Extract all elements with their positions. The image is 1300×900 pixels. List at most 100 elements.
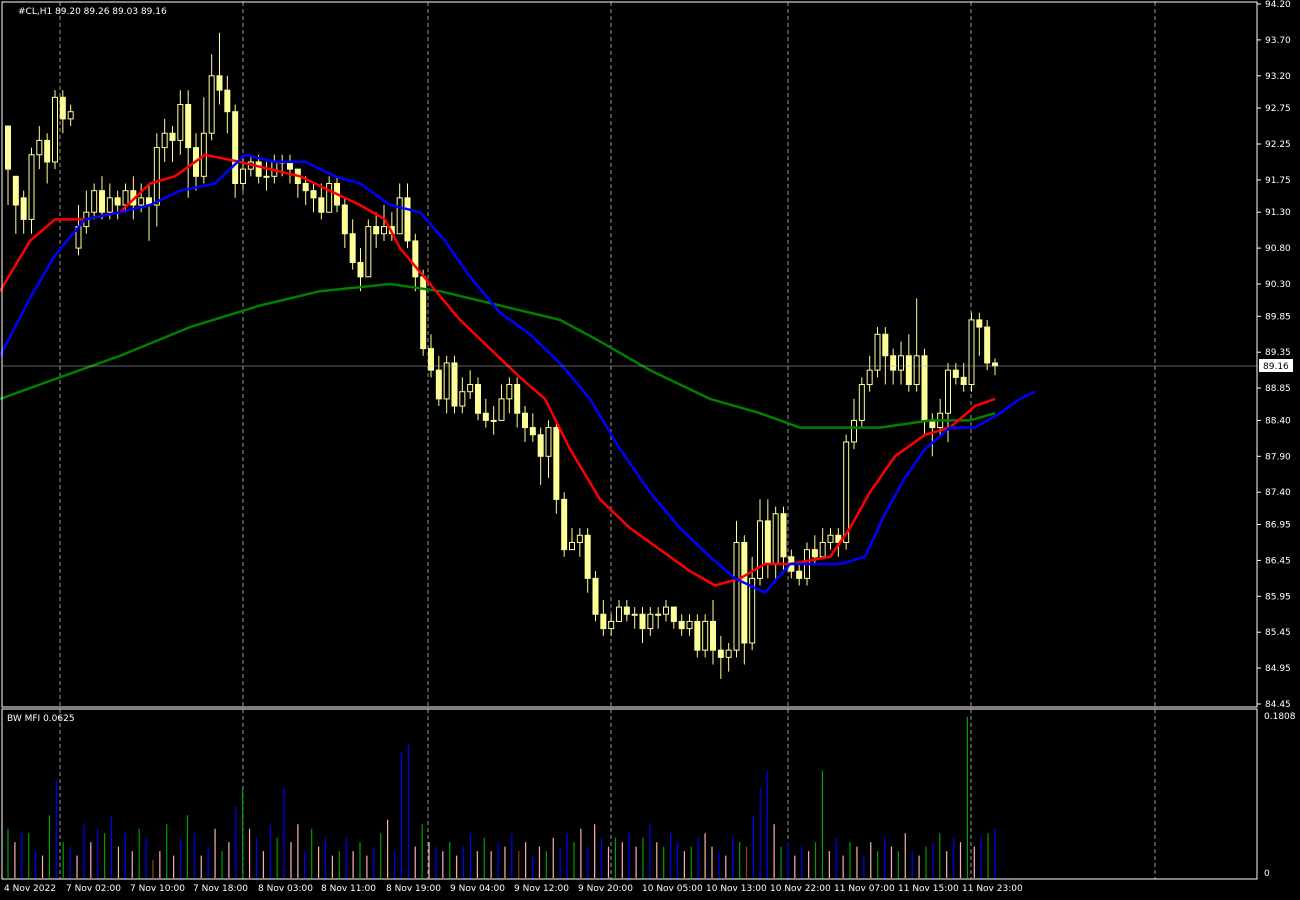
candle-body: [122, 190, 129, 206]
price-tick-label: 84.45: [1265, 700, 1291, 710]
candle-body: [608, 620, 615, 630]
candle-body: [576, 534, 583, 543]
candle-body: [318, 197, 325, 213]
time-label: 11 Nov 15:00: [898, 884, 959, 894]
candle-body: [240, 168, 246, 184]
candle-body: [428, 348, 434, 371]
price-tick-label: 94.20: [1265, 0, 1291, 10]
candle-body: [153, 147, 160, 206]
candle-body: [584, 534, 591, 579]
candle-body: [310, 190, 317, 199]
candle-body: [772, 513, 779, 565]
candle-body: [224, 89, 231, 113]
candle-body: [52, 96, 58, 163]
candle-body: [561, 498, 568, 551]
candle-body: [858, 384, 865, 421]
candle-body: [514, 384, 521, 414]
candle-body: [381, 226, 387, 235]
candle-body: [537, 434, 544, 457]
candle-body: [443, 362, 450, 400]
price-tick-label: 92.75: [1265, 104, 1291, 114]
candle-body: [882, 333, 889, 357]
candle-body: [114, 197, 121, 206]
candle-body: [655, 613, 662, 616]
price-tick-label: 88.40: [1265, 416, 1291, 426]
candle-body: [733, 541, 740, 651]
candle-body: [764, 520, 771, 565]
candle-body: [404, 197, 411, 242]
candle-body: [968, 319, 975, 386]
candle-body: [20, 197, 27, 220]
price-tick-label: 87.40: [1265, 488, 1291, 498]
candle-body: [796, 570, 803, 579]
candle-body: [647, 613, 654, 630]
price-tick-label: 85.95: [1265, 592, 1291, 602]
candle-body: [827, 534, 834, 543]
time-label: 7 Nov 10:00: [130, 884, 185, 894]
candle-body: [819, 541, 826, 558]
candle-body: [639, 613, 646, 630]
candle-body: [702, 620, 709, 651]
candle-body: [623, 606, 630, 615]
chart-background: [0, 0, 1300, 900]
candle-body: [5, 125, 11, 170]
price-tick-label: 93.20: [1265, 72, 1291, 82]
candle-body: [992, 362, 998, 367]
candle-body: [341, 204, 348, 235]
candle-body: [67, 111, 74, 120]
time-label: 9 Nov 12:00: [514, 884, 569, 894]
price-tick-label: 85.45: [1265, 628, 1291, 638]
candle-body: [952, 369, 959, 378]
candle-body: [59, 96, 66, 120]
candle-body: [185, 104, 192, 149]
candle-body: [208, 75, 215, 134]
candle-body: [506, 384, 513, 400]
candle-body: [459, 391, 466, 407]
candle-body: [177, 104, 184, 141]
price-tick-label: 90.30: [1265, 280, 1291, 290]
candle-body: [28, 154, 35, 220]
candle-body: [138, 197, 145, 206]
candle-body: [921, 355, 928, 421]
candle-body: [12, 175, 19, 206]
candle-body: [475, 384, 481, 414]
price-chart[interactable]: 94.20 93.70 93.20 92.75 92.25 91.75 91.30 90.80…: [0, 0, 1300, 900]
candle-body: [357, 261, 364, 278]
candle-body: [905, 355, 912, 386]
indicator-max-label: 0.1808: [1264, 712, 1296, 722]
time-label: 7 Nov 02:00: [66, 884, 121, 894]
candle-body: [529, 427, 536, 436]
candle-body: [263, 175, 270, 178]
candle-body: [890, 355, 897, 371]
time-label: 10 Nov 22:00: [770, 884, 831, 894]
candle-body: [106, 197, 113, 213]
candle-body: [498, 398, 505, 421]
time-label: 8 Nov 11:00: [321, 884, 376, 894]
price-tick-label: 93.70: [1265, 36, 1291, 46]
candle-body: [169, 132, 176, 141]
time-axis: 4 Nov 2022 7 Nov 02:00 7 Nov 10:00 7 Nov 18…: [4, 884, 1023, 894]
price-tick-label: 84.95: [1265, 664, 1291, 674]
candle-body: [326, 182, 333, 213]
candle-body: [490, 419, 497, 422]
candle-body: [522, 412, 528, 429]
candle-body: [710, 620, 716, 651]
candle-body: [898, 355, 904, 371]
candle-body: [91, 190, 98, 213]
candle-body: [467, 384, 474, 393]
candle-body: [811, 549, 818, 558]
candle-body: [435, 369, 442, 400]
price-tick-label: 88.85: [1265, 384, 1291, 394]
time-label: 8 Nov 03:00: [258, 884, 313, 894]
candle-body: [44, 139, 51, 163]
candle-body: [373, 226, 380, 235]
price-tick-label: 89.35: [1265, 348, 1291, 358]
candle-body: [161, 132, 168, 149]
price-tick-label: 91.30: [1265, 208, 1291, 218]
indicator-label: BW MFI 0.0625: [7, 714, 75, 724]
candle-body: [216, 75, 223, 91]
time-label: 11 Nov 23:00: [962, 884, 1023, 894]
candle-body: [592, 577, 599, 615]
candle-body: [984, 326, 991, 364]
time-label: 9 Nov 04:00: [450, 884, 505, 894]
